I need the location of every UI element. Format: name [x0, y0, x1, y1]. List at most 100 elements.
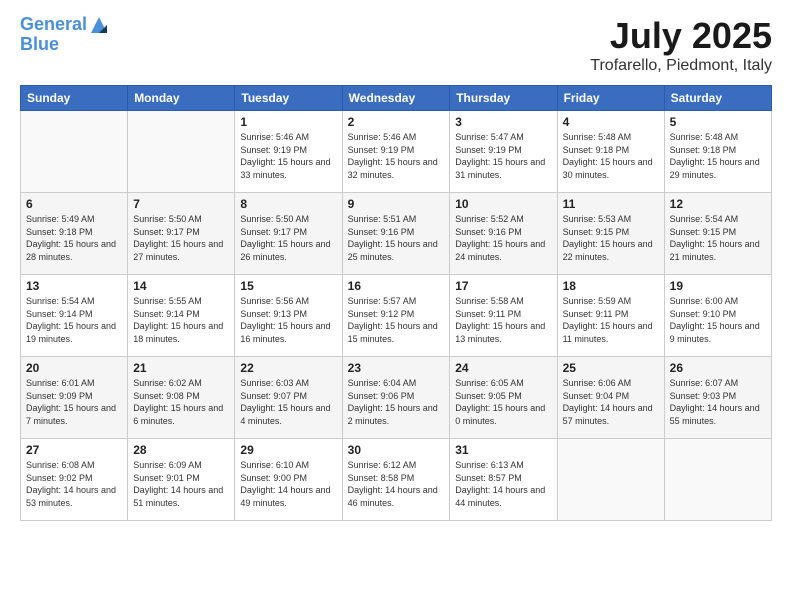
calendar-day-cell: 5 Sunrise: 5:48 AM Sunset: 9:18 PM Daylig… — [664, 111, 771, 193]
day-info: Sunrise: 6:04 AM Sunset: 9:06 PM Dayligh… — [348, 377, 445, 427]
logo-blue: Blue — [20, 35, 109, 53]
calendar-day-cell: 20 Sunrise: 6:01 AM Sunset: 9:09 PM Dayli… — [21, 357, 128, 439]
day-number: 22 — [240, 361, 336, 375]
day-info: Sunrise: 6:05 AM Sunset: 9:05 PM Dayligh… — [455, 377, 551, 427]
calendar-day-cell: 21 Sunrise: 6:02 AM Sunset: 9:08 PM Dayli… — [128, 357, 235, 439]
day-number: 26 — [670, 361, 766, 375]
calendar-day-cell: 16 Sunrise: 5:57 AM Sunset: 9:12 PM Dayli… — [342, 275, 450, 357]
day-number: 16 — [348, 279, 445, 293]
calendar-day-cell: 3 Sunrise: 5:47 AM Sunset: 9:19 PM Daylig… — [450, 111, 557, 193]
day-info: Sunrise: 5:58 AM Sunset: 9:11 PM Dayligh… — [455, 295, 551, 345]
calendar-day-cell — [21, 111, 128, 193]
calendar-day-cell — [128, 111, 235, 193]
calendar-day-cell: 7 Sunrise: 5:50 AM Sunset: 9:17 PM Daylig… — [128, 193, 235, 275]
day-info: Sunrise: 5:46 AM Sunset: 9:19 PM Dayligh… — [348, 131, 445, 181]
calendar-week-row: 1 Sunrise: 5:46 AM Sunset: 9:19 PM Daylig… — [21, 111, 772, 193]
day-info: Sunrise: 5:50 AM Sunset: 9:17 PM Dayligh… — [133, 213, 229, 263]
day-info: Sunrise: 5:56 AM Sunset: 9:13 PM Dayligh… — [240, 295, 336, 345]
calendar-day-cell: 13Sunrise: 5:54 AM Sunset: 9:14 PM Dayli… — [21, 275, 128, 357]
location: Trofarello, Piedmont, Italy — [590, 57, 772, 75]
header: General Blue July 2025 Trofarello, Piedm… — [20, 15, 772, 75]
weekday-header: Wednesday — [342, 86, 450, 111]
weekday-header: Friday — [557, 86, 664, 111]
weekday-header: Sunday — [21, 86, 128, 111]
day-info: Sunrise: 6:07 AM Sunset: 9:03 PM Dayligh… — [670, 377, 766, 427]
calendar-day-cell: 18 Sunrise: 5:59 AM Sunset: 9:11 PM Dayli… — [557, 275, 664, 357]
day-info: Sunrise: 6:01 AM Sunset: 9:09 PM Dayligh… — [26, 377, 122, 427]
calendar-day-cell: 8 Sunrise: 5:50 AM Sunset: 9:17 PM Daylig… — [235, 193, 342, 275]
calendar-day-cell: 28 Sunrise: 6:09 AM Sunset: 9:01 PM Dayli… — [128, 439, 235, 521]
day-info: Sunrise: 6:13 AM Sunset: 8:57 PM Dayligh… — [455, 459, 551, 509]
day-info: Sunrise: 5:46 AM Sunset: 9:19 PM Dayligh… — [240, 131, 336, 181]
day-number: 2 — [348, 115, 445, 129]
day-number: 21 — [133, 361, 229, 375]
day-info: Sunrise: 5:52 AM Sunset: 9:16 PM Dayligh… — [455, 213, 551, 263]
calendar-day-cell: 30 Sunrise: 6:12 AM Sunset: 8:58 PM Dayli… — [342, 439, 450, 521]
day-number: 18 — [563, 279, 659, 293]
day-number: 10 — [455, 197, 551, 211]
calendar-day-cell: 12 Sunrise: 5:54 AM Sunset: 9:15 PM Dayli… — [664, 193, 771, 275]
day-info: Sunrise: 6:03 AM Sunset: 9:07 PM Dayligh… — [240, 377, 336, 427]
day-number: 6 — [26, 197, 122, 211]
calendar-day-cell: 1 Sunrise: 5:46 AM Sunset: 9:19 PM Daylig… — [235, 111, 342, 193]
day-info: Sunrise: 6:12 AM Sunset: 8:58 PM Dayligh… — [348, 459, 445, 509]
day-number: 14 — [133, 279, 229, 293]
day-info: Sunrise: 6:10 AM Sunset: 9:00 PM Dayligh… — [240, 459, 336, 509]
day-info: Sunrise: 6:00 AM Sunset: 9:10 PM Dayligh… — [670, 295, 766, 345]
weekday-header: Monday — [128, 86, 235, 111]
page: General Blue July 2025 Trofarello, Piedm… — [0, 0, 792, 612]
calendar-day-cell: 23Sunrise: 6:04 AM Sunset: 9:06 PM Dayli… — [342, 357, 450, 439]
day-info: Sunrise: 6:02 AM Sunset: 9:08 PM Dayligh… — [133, 377, 229, 427]
day-info: Sunrise: 5:51 AM Sunset: 9:16 PM Dayligh… — [348, 213, 445, 263]
day-info: Sunrise: 5:49 AM Sunset: 9:18 PM Dayligh… — [26, 213, 122, 263]
day-info: Sunrise: 5:53 AM Sunset: 9:15 PM Dayligh… — [563, 213, 659, 263]
day-number: 5 — [670, 115, 766, 129]
day-number: 15 — [240, 279, 336, 293]
day-number: 12 — [670, 197, 766, 211]
calendar-week-row: 13Sunrise: 5:54 AM Sunset: 9:14 PM Dayli… — [21, 275, 772, 357]
calendar-week-row: 6 Sunrise: 5:49 AM Sunset: 9:18 PM Daylig… — [21, 193, 772, 275]
day-number: 20 — [26, 361, 122, 375]
day-info: Sunrise: 5:54 AM Sunset: 9:15 PM Dayligh… — [670, 213, 766, 263]
day-info: Sunrise: 6:06 AM Sunset: 9:04 PM Dayligh… — [563, 377, 659, 427]
calendar-day-cell: 24 Sunrise: 6:05 AM Sunset: 9:05 PM Dayli… — [450, 357, 557, 439]
day-number: 25 — [563, 361, 659, 375]
day-number: 17 — [455, 279, 551, 293]
calendar-day-cell: 29Sunrise: 6:10 AM Sunset: 9:00 PM Dayli… — [235, 439, 342, 521]
day-number: 28 — [133, 443, 229, 457]
day-number: 27 — [26, 443, 122, 457]
day-number: 30 — [348, 443, 445, 457]
calendar-day-cell: 19 Sunrise: 6:00 AM Sunset: 9:10 PM Dayli… — [664, 275, 771, 357]
day-number: 4 — [563, 115, 659, 129]
calendar-day-cell: 25 Sunrise: 6:06 AM Sunset: 9:04 PM Dayli… — [557, 357, 664, 439]
day-info: Sunrise: 6:08 AM Sunset: 9:02 PM Dayligh… — [26, 459, 122, 509]
calendar-day-cell: 10 Sunrise: 5:52 AM Sunset: 9:16 PM Dayli… — [450, 193, 557, 275]
day-number: 9 — [348, 197, 445, 211]
day-number: 1 — [240, 115, 336, 129]
calendar-day-cell: 15 Sunrise: 5:56 AM Sunset: 9:13 PM Dayli… — [235, 275, 342, 357]
calendar-day-cell: 14 Sunrise: 5:55 AM Sunset: 9:14 PM Dayli… — [128, 275, 235, 357]
day-number: 3 — [455, 115, 551, 129]
day-info: Sunrise: 5:48 AM Sunset: 9:18 PM Dayligh… — [670, 131, 766, 181]
day-number: 8 — [240, 197, 336, 211]
weekday-header: Tuesday — [235, 86, 342, 111]
calendar-week-row: 20 Sunrise: 6:01 AM Sunset: 9:09 PM Dayli… — [21, 357, 772, 439]
day-number: 31 — [455, 443, 551, 457]
day-info: Sunrise: 5:57 AM Sunset: 9:12 PM Dayligh… — [348, 295, 445, 345]
calendar-day-cell — [664, 439, 771, 521]
calendar-table: SundayMondayTuesdayWednesdayThursdayFrid… — [20, 85, 772, 521]
day-info: Sunrise: 5:48 AM Sunset: 9:18 PM Dayligh… — [563, 131, 659, 181]
weekday-header: Saturday — [664, 86, 771, 111]
day-info: Sunrise: 5:50 AM Sunset: 9:17 PM Dayligh… — [240, 213, 336, 263]
day-info: Sunrise: 5:47 AM Sunset: 9:19 PM Dayligh… — [455, 131, 551, 181]
logo: General Blue — [20, 15, 109, 53]
day-number: 19 — [670, 279, 766, 293]
day-info: Sunrise: 5:55 AM Sunset: 9:14 PM Dayligh… — [133, 295, 229, 345]
day-info: Sunrise: 6:09 AM Sunset: 9:01 PM Dayligh… — [133, 459, 229, 509]
calendar-week-row: 27 Sunrise: 6:08 AM Sunset: 9:02 PM Dayli… — [21, 439, 772, 521]
day-number: 24 — [455, 361, 551, 375]
calendar-day-cell: 27 Sunrise: 6:08 AM Sunset: 9:02 PM Dayli… — [21, 439, 128, 521]
day-number: 7 — [133, 197, 229, 211]
day-info: Sunrise: 5:54 AM Sunset: 9:14 PM Dayligh… — [26, 295, 122, 345]
day-info: Sunrise: 5:59 AM Sunset: 9:11 PM Dayligh… — [563, 295, 659, 345]
